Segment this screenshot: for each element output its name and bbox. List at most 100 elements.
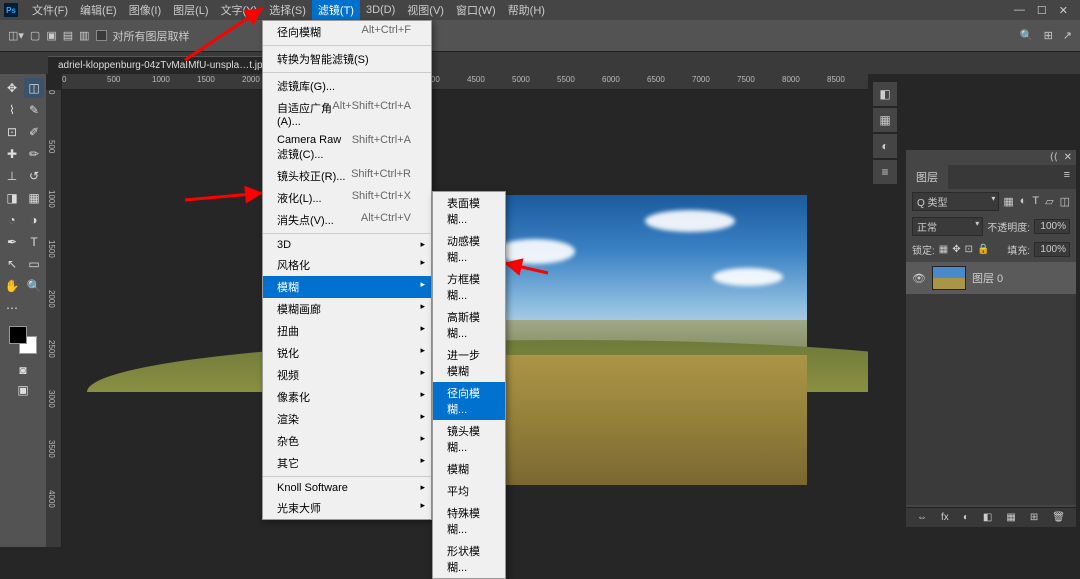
blend-mode-select[interactable]: 正常 [912, 217, 983, 236]
selection-mode-add-icon[interactable]: ▣ [46, 29, 56, 42]
filter-pixel-icon[interactable]: ▦ [1003, 195, 1013, 208]
screenmode-icon[interactable]: ▣ [13, 380, 33, 400]
selection-mode-intersect-icon[interactable]: ▥ [79, 29, 89, 42]
eraser-tool[interactable]: ◨ [2, 188, 22, 208]
lasso-tool[interactable]: ⌇ [2, 100, 22, 120]
close-icon[interactable]: ✕ [1059, 4, 1068, 17]
menu-item[interactable]: 模糊画廊 [263, 298, 431, 320]
menu-help[interactable]: 帮助(H) [502, 0, 551, 20]
quick-select-tool[interactable]: ✎ [24, 100, 44, 120]
selection-mode-subtract-icon[interactable]: ▤ [63, 29, 73, 42]
menu-item[interactable]: 镜头校正(R)...Shift+Ctrl+R [263, 165, 431, 187]
maximize-icon[interactable]: ☐ [1037, 4, 1047, 17]
submenu-item[interactable]: 镜头模糊... [433, 420, 505, 458]
menu-item[interactable]: 扭曲 [263, 320, 431, 342]
eyedropper-tool[interactable]: ✐ [24, 122, 44, 142]
panel-menu-icon[interactable]: ≡ [1058, 165, 1076, 189]
panel-close-icon[interactable]: ✕ [1064, 152, 1072, 163]
visibility-icon[interactable]: 👁 [912, 272, 926, 285]
menu-item[interactable]: 自适应广角(A)...Alt+Shift+Ctrl+A [263, 97, 431, 131]
move-tool[interactable]: ✥ [2, 78, 22, 98]
menu-edit[interactable]: 编辑(E) [74, 0, 123, 20]
menu-window[interactable]: 窗口(W) [450, 0, 502, 20]
history-panel-icon[interactable]: ≡ [873, 160, 897, 184]
menu-item[interactable]: 转换为智能滤镜(S) [263, 48, 431, 70]
menu-view[interactable]: 视图(V) [401, 0, 450, 20]
submenu-item[interactable]: 平均 [433, 480, 505, 502]
menu-item[interactable]: 3D [263, 236, 431, 254]
layer-action-icon[interactable]: fx [941, 512, 949, 523]
adjust-panel-icon[interactable]: ◐ [873, 134, 897, 158]
menu-item[interactable]: Knoll Software [263, 479, 431, 497]
opacity-input[interactable]: 100% [1034, 219, 1070, 234]
layer-action-icon[interactable]: ◐ [963, 512, 969, 523]
submenu-item[interactable]: 表面模糊... [433, 192, 505, 230]
menu-3d[interactable]: 3D(D) [360, 2, 401, 18]
menu-item[interactable]: 杂色 [263, 430, 431, 452]
menu-item[interactable]: 其它 [263, 452, 431, 474]
menu-item[interactable]: 径向模糊Alt+Ctrl+F [263, 21, 431, 43]
type-tool[interactable]: T [24, 232, 44, 252]
lock-artboard-icon[interactable]: ⊡ [965, 244, 973, 255]
menu-item[interactable]: 模糊 [263, 276, 431, 298]
layer-action-icon[interactable]: 🗑 [1052, 512, 1065, 523]
color-swatch[interactable] [9, 326, 37, 354]
filter-type-icon[interactable]: T [1032, 195, 1039, 208]
filter-adjust-icon[interactable]: ◐ [1020, 195, 1027, 208]
panel-collapse-icon[interactable]: ⟨⟨ [1050, 152, 1058, 163]
submenu-item[interactable]: 模糊 [433, 458, 505, 480]
lock-position-icon[interactable]: ✥ [952, 244, 960, 255]
menu-item[interactable]: 像素化 [263, 386, 431, 408]
crop-tool[interactable]: ⊡ [2, 122, 22, 142]
menu-item[interactable]: 滤镜库(G)... [263, 75, 431, 97]
color-panel-icon[interactable]: ◧ [873, 82, 897, 106]
quickmask-icon[interactable]: ◙ [13, 360, 33, 380]
menu-item[interactable]: 锐化 [263, 342, 431, 364]
stamp-tool[interactable]: ⊥ [2, 166, 22, 186]
arrange-icon[interactable]: ⊞ [1044, 29, 1053, 42]
submenu-item[interactable]: 方框模糊... [433, 268, 505, 306]
layer-action-icon[interactable]: ⊞ [1030, 512, 1038, 523]
submenu-item[interactable]: 径向模糊... [433, 382, 505, 420]
submenu-item[interactable]: 形状模糊... [433, 540, 505, 578]
menu-item[interactable]: Camera Raw 滤镜(C)...Shift+Ctrl+A [263, 131, 431, 165]
layer-item[interactable]: 👁 图层 0 [906, 262, 1076, 294]
menu-item[interactable]: 风格化 [263, 254, 431, 276]
dodge-tool[interactable]: ◑ [24, 210, 44, 230]
submenu-item[interactable]: 特殊模糊... [433, 502, 505, 540]
hand-tool[interactable]: ✋ [2, 276, 22, 296]
swatches-panel-icon[interactable]: ▦ [873, 108, 897, 132]
menu-filter[interactable]: 滤镜(T) [312, 0, 360, 20]
foreground-color[interactable] [9, 326, 27, 344]
layer-action-icon[interactable]: ⇔ [917, 512, 927, 523]
filter-smart-icon[interactable]: ◫ [1060, 195, 1070, 208]
menu-image[interactable]: 图像(I) [123, 0, 167, 20]
zoom-tool[interactable]: 🔍 [24, 276, 44, 296]
healing-tool[interactable]: ✚ [2, 144, 22, 164]
layer-thumbnail[interactable] [932, 266, 966, 290]
lock-all-icon[interactable]: 🔒 [977, 244, 989, 255]
sample-all-checkbox[interactable] [96, 30, 107, 41]
brush-tool[interactable]: ✏ [24, 144, 44, 164]
filter-shape-icon[interactable]: ▱ [1045, 195, 1053, 208]
submenu-item[interactable]: 进一步模糊 [433, 344, 505, 382]
shape-tool[interactable]: ▭ [24, 254, 44, 274]
layer-action-icon[interactable]: ▦ [1006, 512, 1015, 523]
share-icon[interactable]: ↗ [1063, 29, 1072, 42]
menu-item[interactable]: 光束大师 [263, 497, 431, 519]
lock-pixels-icon[interactable]: ▦ [939, 244, 948, 255]
layer-action-icon[interactable]: ◧ [983, 512, 992, 523]
selection-mode-new-icon[interactable]: ▢ [30, 29, 40, 42]
fill-input[interactable]: 100% [1034, 242, 1070, 257]
path-tool[interactable]: ↖ [2, 254, 22, 274]
pen-tool[interactable]: ✒ [2, 232, 22, 252]
tool-preset-icon[interactable]: ◫▾ [8, 29, 24, 42]
minimize-icon[interactable]: — [1014, 4, 1025, 17]
submenu-item[interactable]: 高斯模糊... [433, 306, 505, 344]
layer-name[interactable]: 图层 0 [972, 270, 1003, 286]
marquee-tool[interactable]: ◫ [24, 78, 44, 98]
menu-item[interactable]: 视频 [263, 364, 431, 386]
more-tools[interactable]: ⋯ [2, 298, 22, 318]
layer-filter-kind[interactable]: Q 类型 [912, 192, 999, 211]
submenu-item[interactable]: 动感模糊... [433, 230, 505, 268]
